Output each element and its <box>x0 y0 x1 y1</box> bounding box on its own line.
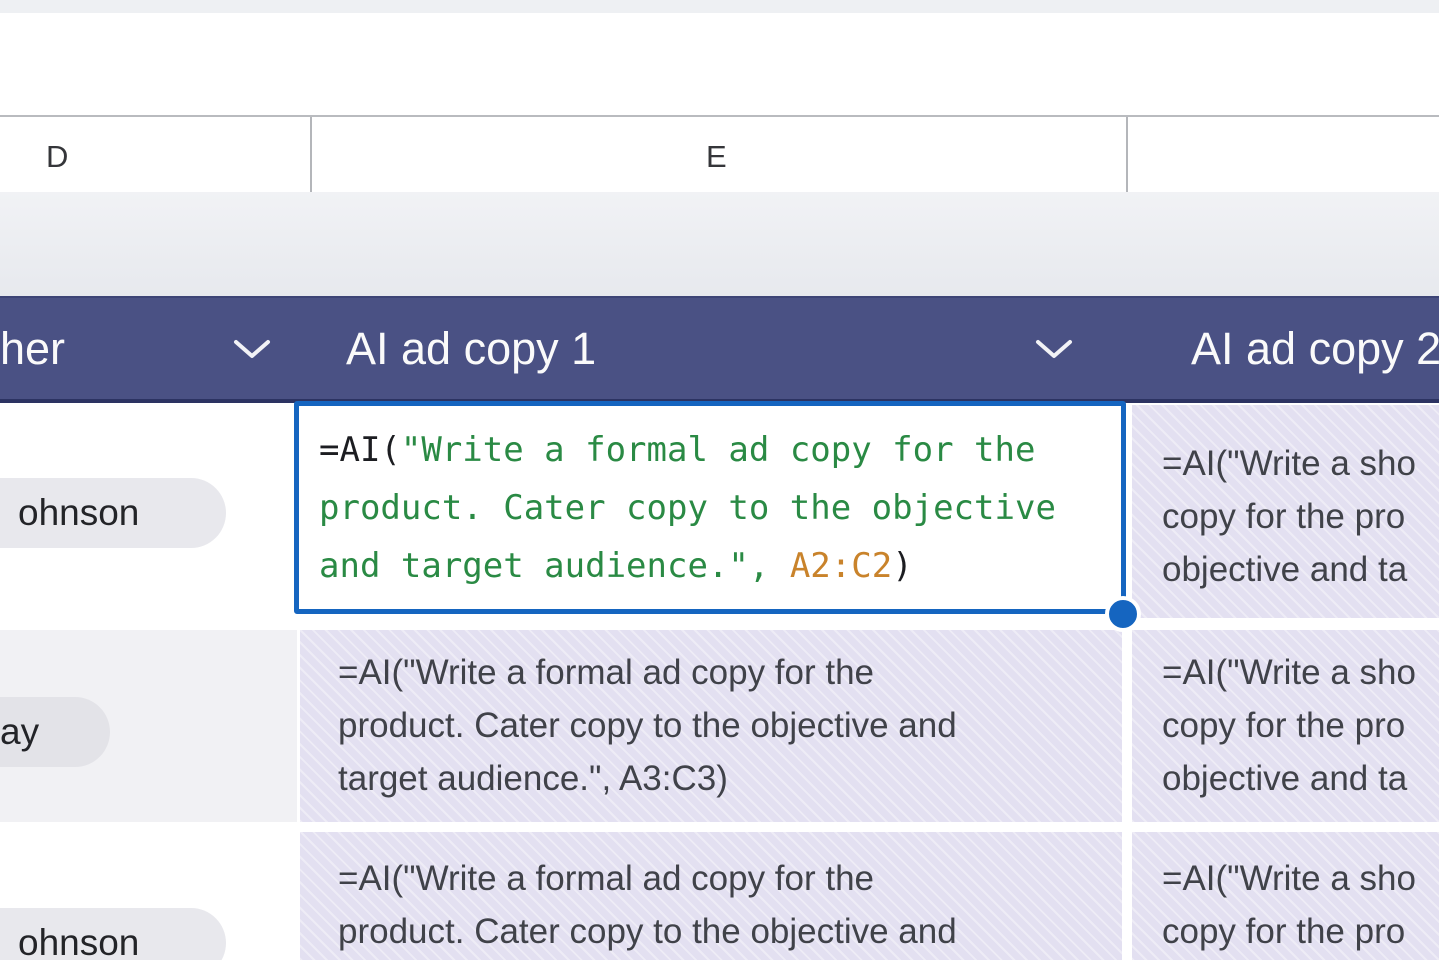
spreadsheet-viewport: D E her AI ad copy 1 AI ad copy 2 ohnson… <box>0 0 1439 960</box>
formula-cell-f2[interactable]: =AI("Write a shocopy for the proobjectiv… <box>1132 405 1439 618</box>
formula-cell-f3[interactable]: =AI("Write a shocopy for the proobjectiv… <box>1132 630 1439 822</box>
header-cell-publisher[interactable]: her <box>0 323 65 375</box>
name-chip[interactable]: ay <box>0 697 110 767</box>
formula-cell-e3[interactable]: =AI("Write a formal ad copy for theprodu… <box>300 630 1122 822</box>
selected-formula-cell-e2[interactable]: =AI("Write a formal ad copy for theprodu… <box>294 401 1126 614</box>
name-chip[interactable]: ohnson <box>0 908 226 960</box>
formula-text: =AI("Write a formal ad copy for theprodu… <box>299 406 1121 595</box>
table-header: her AI ad copy 1 AI ad copy 2 <box>0 296 1439 403</box>
formula-cell-e4[interactable]: =AI("Write a formal ad copy for theprodu… <box>300 832 1122 960</box>
header-cell-ai-ad-copy-1[interactable]: AI ad copy 1 <box>346 323 596 375</box>
chevron-down-icon[interactable] <box>232 337 272 361</box>
name-chip[interactable]: ohnson <box>0 478 226 548</box>
column-header-d[interactable]: D <box>46 139 68 175</box>
column-letter-row: D E <box>0 115 1439 192</box>
blank-row-band <box>0 192 1439 296</box>
fill-handle[interactable] <box>1105 596 1141 632</box>
column-divider <box>1126 117 1128 192</box>
column-divider <box>310 117 312 192</box>
header-cell-ai-ad-copy-2[interactable]: AI ad copy 2 <box>1191 323 1439 375</box>
formula-cell-f4[interactable]: =AI("Write a shocopy for the pro <box>1132 832 1439 960</box>
top-strip <box>0 0 1439 13</box>
column-header-e[interactable]: E <box>706 139 727 175</box>
chevron-down-icon[interactable] <box>1034 337 1074 361</box>
